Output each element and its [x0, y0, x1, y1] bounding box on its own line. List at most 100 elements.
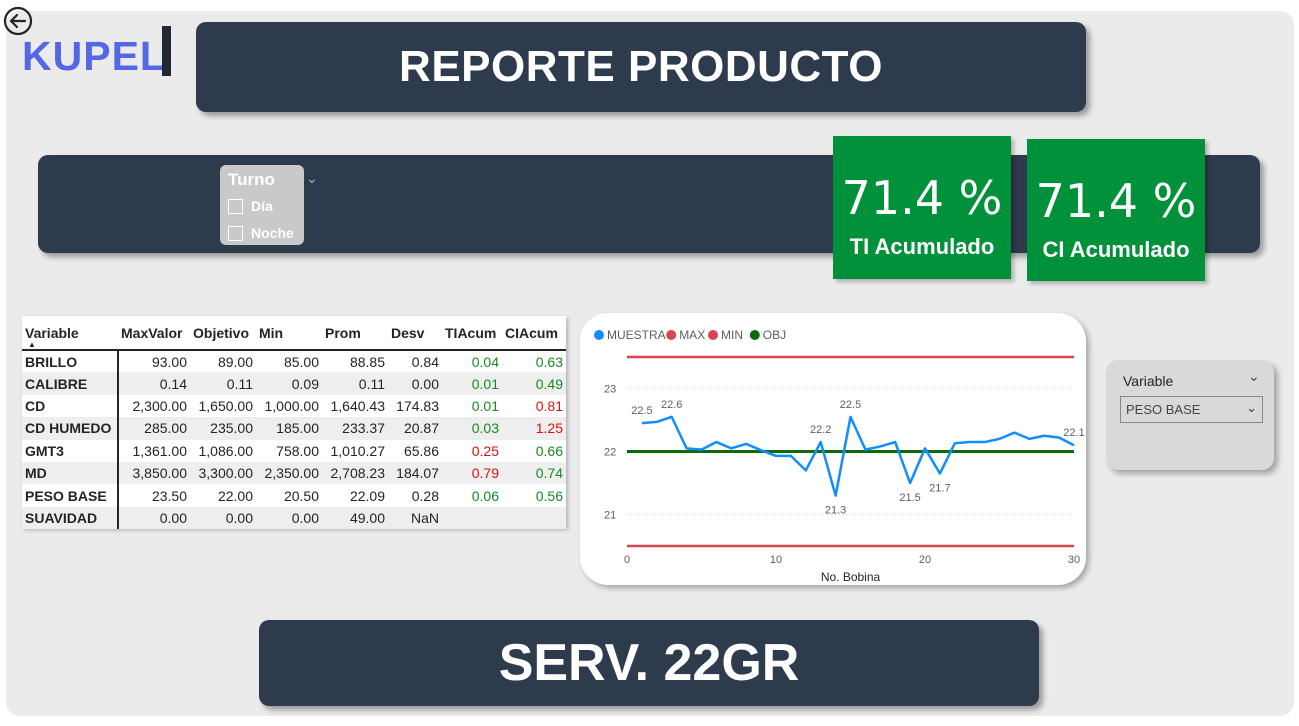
table-cell: 1.25: [502, 417, 566, 440]
chevron-down-icon: ⌄: [1246, 400, 1257, 415]
logo-divider: [162, 26, 171, 76]
checkbox-icon[interactable]: [228, 225, 243, 241]
legend-marker: [594, 330, 604, 340]
table-row: CD HUMEDO 285.00 235.00 185.00 233.37 20.87 0.…: [22, 417, 566, 440]
table-cell: 0.09: [256, 372, 322, 395]
column-header[interactable]: TIAcum: [442, 316, 502, 351]
table-row: BRILLO 93.00 89.00 85.00 88.85 0.84 0.04 0.63: [22, 350, 566, 373]
chevron-down-icon[interactable]: ⌄: [1248, 368, 1260, 385]
page-title: REPORTE PRODUCTO: [196, 22, 1086, 112]
table-cell: 1,000.00: [264, 397, 320, 414]
kpi-label: CI Acumulado: [1042, 237, 1190, 262]
table-cell: 0.74: [502, 461, 566, 485]
table-cell: 85.00: [283, 353, 319, 370]
table-cell: 184.07: [388, 461, 442, 485]
variables-table: Variable ▲ MaxValor Objetivo Min Prom De…: [22, 316, 566, 530]
table-cell: 22.00: [217, 487, 253, 504]
table-cell-variable: SUAVIDAD: [22, 506, 119, 530]
table-cell: 1,361.00: [132, 442, 188, 459]
table-cell: 89.00: [217, 353, 253, 370]
table-cell: 0.00: [388, 372, 442, 395]
table-cell: 0.63: [535, 353, 563, 370]
table-cell: 174.83: [396, 397, 439, 414]
table-cell: 49.00: [322, 506, 388, 530]
table-row: SUAVIDAD 0.00 0.00 0.00 49.00 NaN: [22, 506, 566, 530]
turno-title: Turno: [228, 170, 275, 189]
table-cell: 3,300.00: [190, 461, 256, 485]
x-tick-label: 30: [1068, 554, 1080, 566]
table-cell: 93.00: [151, 353, 187, 370]
table-cell-variable: CD HUMEDO: [22, 417, 119, 440]
table-cell: 0.06: [471, 487, 499, 504]
table-cell: 235.00: [190, 417, 256, 440]
table-cell: 1,086.00: [198, 442, 254, 459]
turno-option-noche[interactable]: Noche: [228, 225, 294, 241]
legend-marker: [708, 330, 718, 340]
column-header[interactable]: CIAcum: [502, 316, 566, 351]
table-cell: 0.00: [256, 506, 322, 530]
legend-marker: [666, 330, 677, 340]
line-chart-card: 21 22 23 0 10 20 30 No. Bobina 22.5 22.6 22.2 21.3 2…: [580, 313, 1086, 585]
table-cell: 20.87: [388, 417, 442, 440]
line-chart: 21 22 23 0 10 20 30 No. Bobina 22.5 22.6 22.2 21.3 2…: [594, 328, 1085, 584]
table-cell: 0.01: [442, 372, 502, 395]
table-cell: 0.49: [502, 372, 566, 395]
table-cell: 2,300.00: [132, 397, 188, 414]
table-cell: 20.50: [283, 487, 319, 504]
table-row: MD 3,850.00 3,300.00 2,350.00 2,708.23 184.07…: [22, 461, 566, 485]
table-row: CD 2,300.00 1,650.00 1,000.00 1,640.43 174.83…: [22, 394, 566, 418]
table-cell: 758.00: [276, 442, 319, 459]
column-header[interactable]: Desv: [388, 316, 442, 351]
table-cell: 0.00: [118, 506, 190, 530]
table-cell-variable: CD: [22, 394, 119, 418]
table-cell: 0.03: [442, 417, 502, 440]
y-tick-label: 23: [604, 384, 616, 396]
variable-slicer-title: Variable: [1123, 373, 1174, 389]
table-row: CALIBRE 0.14 0.11 0.09 0.11 0.00 0.01 0.49: [22, 372, 566, 395]
checkbox-icon[interactable]: [228, 198, 243, 214]
table-cell: 185.00: [256, 417, 322, 440]
data-label: 21.5: [899, 492, 920, 504]
table-cell: NaN: [388, 506, 442, 530]
kpi-label: TI Acumulado: [849, 234, 995, 259]
data-label: 22.6: [661, 399, 682, 411]
kpi-value: 71.4 %: [841, 171, 1003, 225]
data-label: 22.2: [810, 424, 831, 436]
series-line-muestra: [641, 415, 1075, 497]
legend-item: MIN: [721, 328, 743, 342]
y-tick-label: 22: [604, 447, 616, 459]
table-cell: 0.84: [411, 353, 439, 370]
x-tick-label: 10: [770, 554, 782, 566]
table-cell-variable: PESO BASE: [22, 484, 119, 507]
column-header[interactable]: Objetivo: [190, 316, 256, 351]
data-label: 21.7: [929, 483, 950, 495]
turno-slicer: Turno Día Noche: [220, 165, 304, 245]
column-header[interactable]: Min: [256, 316, 322, 351]
column-header[interactable]: Prom: [322, 316, 388, 351]
table-cell: 0.79: [442, 461, 502, 485]
table-row: GMT3 1,361.00 1,086.00 758.00 1,010.27 65.86 0…: [22, 439, 566, 462]
column-header[interactable]: MaxValor: [118, 316, 190, 351]
table-cell: [502, 506, 566, 530]
table-cell: 0.28: [411, 487, 439, 504]
data-label: 22.5: [631, 405, 652, 417]
sort-asc-icon: ▲: [28, 340, 36, 349]
legend-item: MAX: [679, 328, 705, 342]
table-cell: 1,010.27: [330, 442, 386, 459]
turno-option-dia[interactable]: Día: [228, 198, 273, 214]
turno-option-label: Día: [251, 198, 273, 214]
table-cell: 3,850.00: [118, 461, 190, 485]
table-cell: 0.11: [190, 372, 256, 395]
chevron-down-icon[interactable]: ⌄: [306, 170, 318, 187]
x-tick-label: 20: [919, 554, 931, 566]
table-cell: [442, 506, 502, 530]
table-row: PESO BASE 23.50 22.00 20.50 22.09 0.28 0.06 0.5…: [22, 484, 566, 507]
variable-dropdown[interactable]: PESO BASE ⌄: [1120, 396, 1263, 423]
y-tick-label: 21: [604, 510, 616, 522]
column-header[interactable]: Variable ▲: [22, 316, 118, 351]
table-cell: 1,640.43: [330, 397, 386, 414]
table-cell: 0.00: [190, 506, 256, 530]
table-cell: 0.66: [535, 442, 563, 459]
data-label: 22.1: [1063, 427, 1084, 439]
kpi-value: 71.4 %: [1035, 174, 1197, 228]
